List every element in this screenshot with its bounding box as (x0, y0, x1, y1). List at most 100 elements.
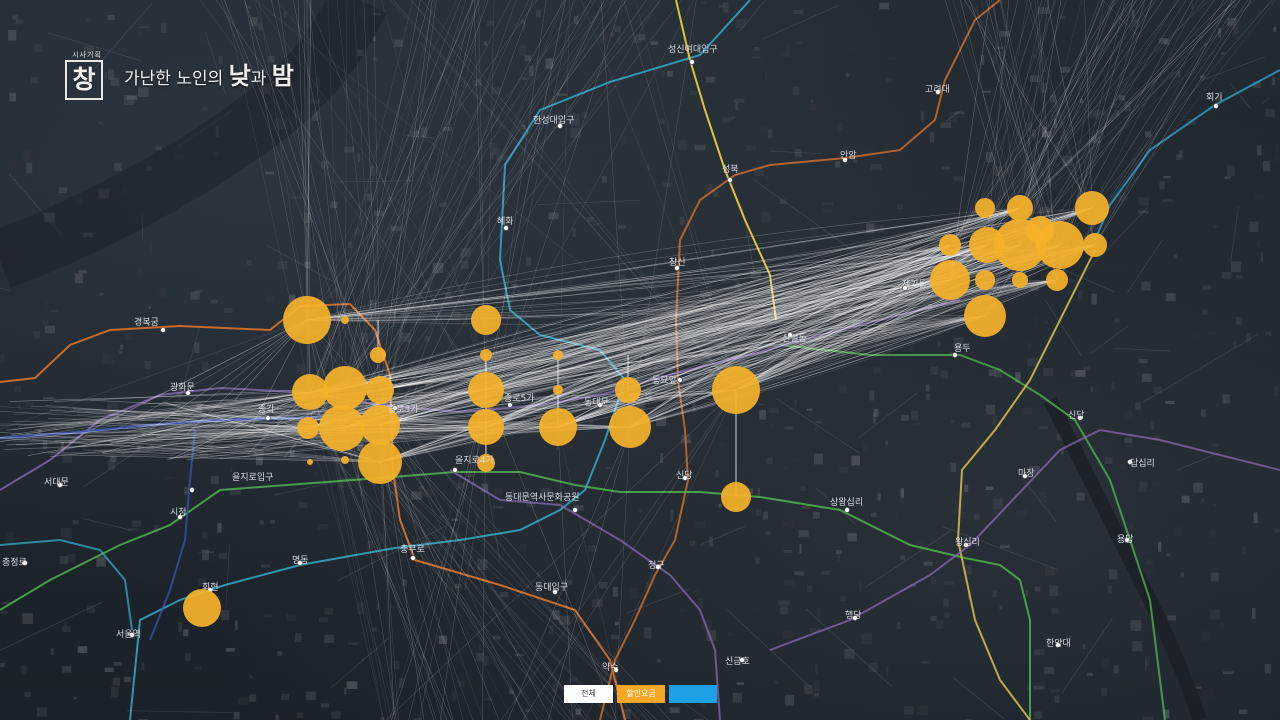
ridership-bubble[interactable] (615, 377, 641, 403)
station-label: 서대문 (44, 477, 69, 488)
city-block (697, 221, 705, 228)
ridership-bubble[interactable] (1012, 272, 1028, 288)
ridership-bubble[interactable] (975, 198, 995, 218)
city-block (275, 714, 279, 720)
city-block (1142, 716, 1153, 720)
station-dot[interactable] (844, 507, 850, 513)
station-dot[interactable] (727, 177, 733, 183)
ridership-bubble[interactable] (480, 349, 492, 361)
city-block (1223, 671, 1234, 674)
ridership-bubble[interactable] (283, 296, 331, 344)
ridership-bubble[interactable] (341, 316, 349, 324)
ridership-bubble[interactable] (1046, 269, 1068, 291)
city-block (670, 509, 673, 521)
ridership-bubble[interactable] (969, 227, 1005, 263)
ridership-bubble[interactable] (358, 440, 402, 484)
city-block (132, 520, 142, 527)
city-block (1030, 75, 1041, 82)
station-label: 상왕십리 (830, 497, 863, 508)
fare-filter-toggles: 전체 할인요금 (564, 685, 717, 703)
city-block (660, 452, 664, 464)
city-block (346, 681, 358, 690)
flow-line (1019, 0, 1236, 209)
city-block (317, 523, 328, 530)
ridership-bubble[interactable] (183, 589, 221, 627)
ridership-bubble[interactable] (319, 405, 365, 451)
ridership-bubble[interactable] (1026, 216, 1054, 244)
city-block (223, 237, 230, 243)
city-block (1226, 165, 1235, 177)
city-block (155, 146, 162, 150)
all-toggle-button[interactable]: 전체 (564, 685, 613, 703)
ridership-bubble[interactable] (553, 350, 563, 360)
ridership-bubble[interactable] (930, 260, 970, 300)
discount-fare-toggle-button[interactable]: 할인요금 (617, 685, 665, 703)
station-dot[interactable] (265, 415, 271, 421)
city-block (96, 556, 106, 567)
ridership-bubble[interactable] (712, 366, 760, 414)
city-block (138, 26, 149, 29)
ridership-bubble[interactable] (721, 482, 751, 512)
station-label: 을지로4가 (455, 455, 494, 466)
station-label: 약수 (602, 661, 619, 673)
city-block (1044, 321, 1049, 324)
city-block (1153, 386, 1162, 394)
city-block (751, 56, 761, 59)
station-dot[interactable] (677, 377, 683, 383)
ridership-bubble[interactable] (370, 347, 386, 363)
ridership-bubble[interactable] (553, 385, 563, 395)
station-dot[interactable] (1213, 103, 1219, 109)
ridership-bubble[interactable] (297, 417, 319, 439)
city-block (733, 98, 745, 103)
ridership-bubble[interactable] (1007, 195, 1033, 221)
ridership-bubble[interactable] (539, 408, 577, 446)
ridership-bubble[interactable] (609, 406, 651, 448)
ridership-bubble[interactable] (292, 374, 328, 410)
ridership-bubble[interactable] (468, 372, 504, 408)
city-block (610, 575, 615, 581)
station-dot[interactable] (160, 327, 166, 333)
ridership-bubble[interactable] (307, 459, 313, 465)
city-block (992, 415, 997, 425)
other-fare-toggle-button[interactable] (669, 685, 717, 703)
ridership-bubble[interactable] (939, 234, 961, 256)
ridership-bubble[interactable] (975, 270, 995, 290)
city-block (45, 300, 50, 304)
city-block (839, 384, 848, 394)
road (1113, 347, 1171, 352)
station-dot[interactable] (189, 487, 195, 493)
station-dot[interactable] (410, 555, 416, 561)
station-dot[interactable] (572, 507, 578, 513)
city-block (347, 642, 359, 645)
ridership-bubble[interactable] (341, 456, 349, 464)
city-block (696, 64, 703, 75)
city-block (912, 422, 921, 426)
city-block (920, 660, 930, 664)
ridership-bubble[interactable] (468, 409, 504, 445)
ridership-bubble[interactable] (323, 366, 367, 410)
ridership-bubble[interactable] (471, 305, 501, 335)
ridership-bubble[interactable] (1075, 191, 1109, 225)
city-block (931, 576, 936, 585)
road (776, 398, 860, 454)
city-block (813, 512, 820, 519)
map-stage[interactable]: 성신여대입구 고려대 회기 한성대입구 성북 안암 혜화 창신 경복궁 제기동 광화문 신설동 용두 종각… (0, 0, 1280, 720)
city-block (43, 397, 54, 400)
city-block (14, 385, 22, 393)
ridership-bubble[interactable] (964, 295, 1006, 337)
city-block (783, 550, 793, 553)
ridership-bubble[interactable] (366, 376, 394, 404)
city-block (1262, 160, 1271, 172)
logo-char: 창 (72, 65, 96, 94)
station-dot[interactable] (689, 59, 695, 65)
city-block (235, 620, 238, 630)
city-block (124, 333, 133, 340)
ridership-bubble[interactable] (1083, 233, 1107, 257)
station-label: 안암 (840, 149, 857, 161)
station-dot[interactable] (452, 467, 458, 473)
city-block (1151, 482, 1162, 486)
city-block (973, 513, 980, 520)
city-block (926, 393, 931, 401)
city-block (1260, 252, 1263, 262)
flow-line (391, 426, 487, 720)
